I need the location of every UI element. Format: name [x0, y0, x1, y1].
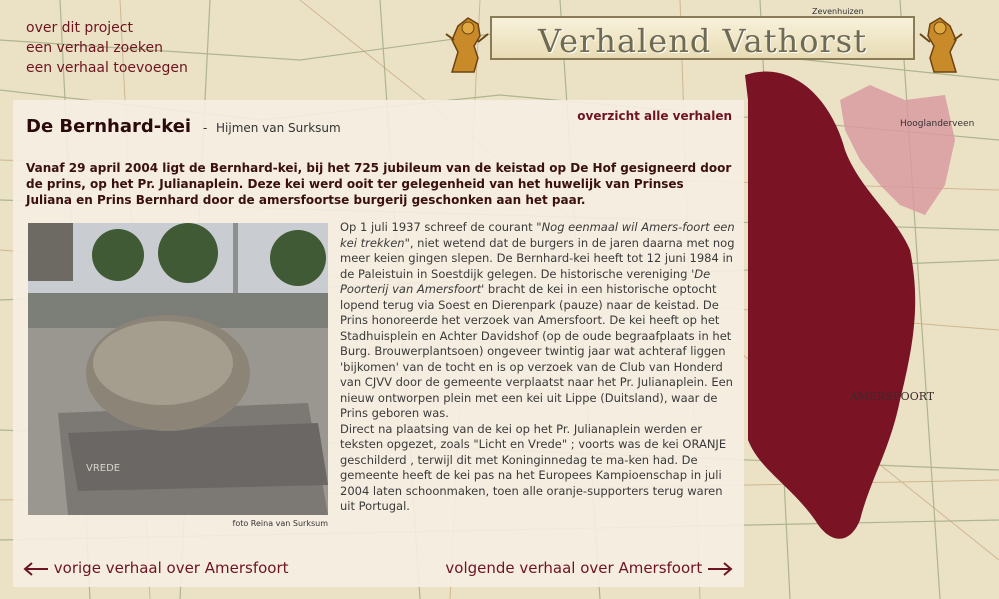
overview-all-stories-link[interactable]: overzicht alle verhalen [577, 109, 732, 123]
author-separator: - [203, 121, 208, 135]
story-author: Hijmen van Surksum [216, 121, 341, 135]
story-panel: De Bernhard-kei - Hijmen van Surksum ove… [13, 100, 744, 587]
arrow-left-icon [23, 561, 48, 576]
top-navigation: over dit project een verhaal zoeken een … [26, 18, 188, 78]
map-label-hooglanderveen: Hooglanderveen [900, 119, 974, 129]
nav-add-story[interactable]: een verhaal toevoegen [26, 58, 188, 78]
previous-story-link[interactable]: vorige verhaal over Amersfoort [23, 559, 289, 577]
site-title: Verhalend Vathorst [537, 22, 868, 60]
photo-bernhard-kei: VREDE [28, 223, 328, 515]
body-p1-c: bracht de kei in een historische optocht… [340, 282, 733, 420]
story-intro: Vanaf 29 april 2004 ligt de Bernhard-kei… [26, 161, 732, 207]
site-title-banner: Verhalend Vathorst [445, 10, 963, 73]
map-label-amersfoort: AMERSFOORT [849, 390, 935, 403]
title-box: Verhalend Vathorst [490, 16, 915, 60]
photo-inscription: VREDE [86, 463, 120, 474]
story-title: De Bernhard-kei [26, 116, 192, 137]
nav-find-story[interactable]: een verhaal zoeken [26, 38, 188, 58]
story-photo: VREDE foto Reina van Surksum [28, 223, 328, 528]
story-body: Op 1 juli 1937 schreef de courant "Nog e… [340, 220, 735, 515]
photo-credit: foto Reina van Surksum [232, 519, 329, 528]
arrow-right-icon [708, 561, 733, 576]
body-p2: Direct na plaatsing van de kei op het Pr… [340, 421, 727, 514]
previous-story-label: vorige verhaal over Amersfoort [53, 559, 289, 577]
body-p1-a: Op 1 juli 1937 schreef de courant [340, 220, 537, 234]
next-story-link[interactable]: volgende verhaal over Amersfoort [445, 559, 733, 577]
nav-about-project[interactable]: over dit project [26, 18, 188, 38]
lion-icon [919, 17, 963, 73]
next-story-label: volgende verhaal over Amersfoort [445, 559, 703, 577]
lion-icon [445, 17, 489, 73]
